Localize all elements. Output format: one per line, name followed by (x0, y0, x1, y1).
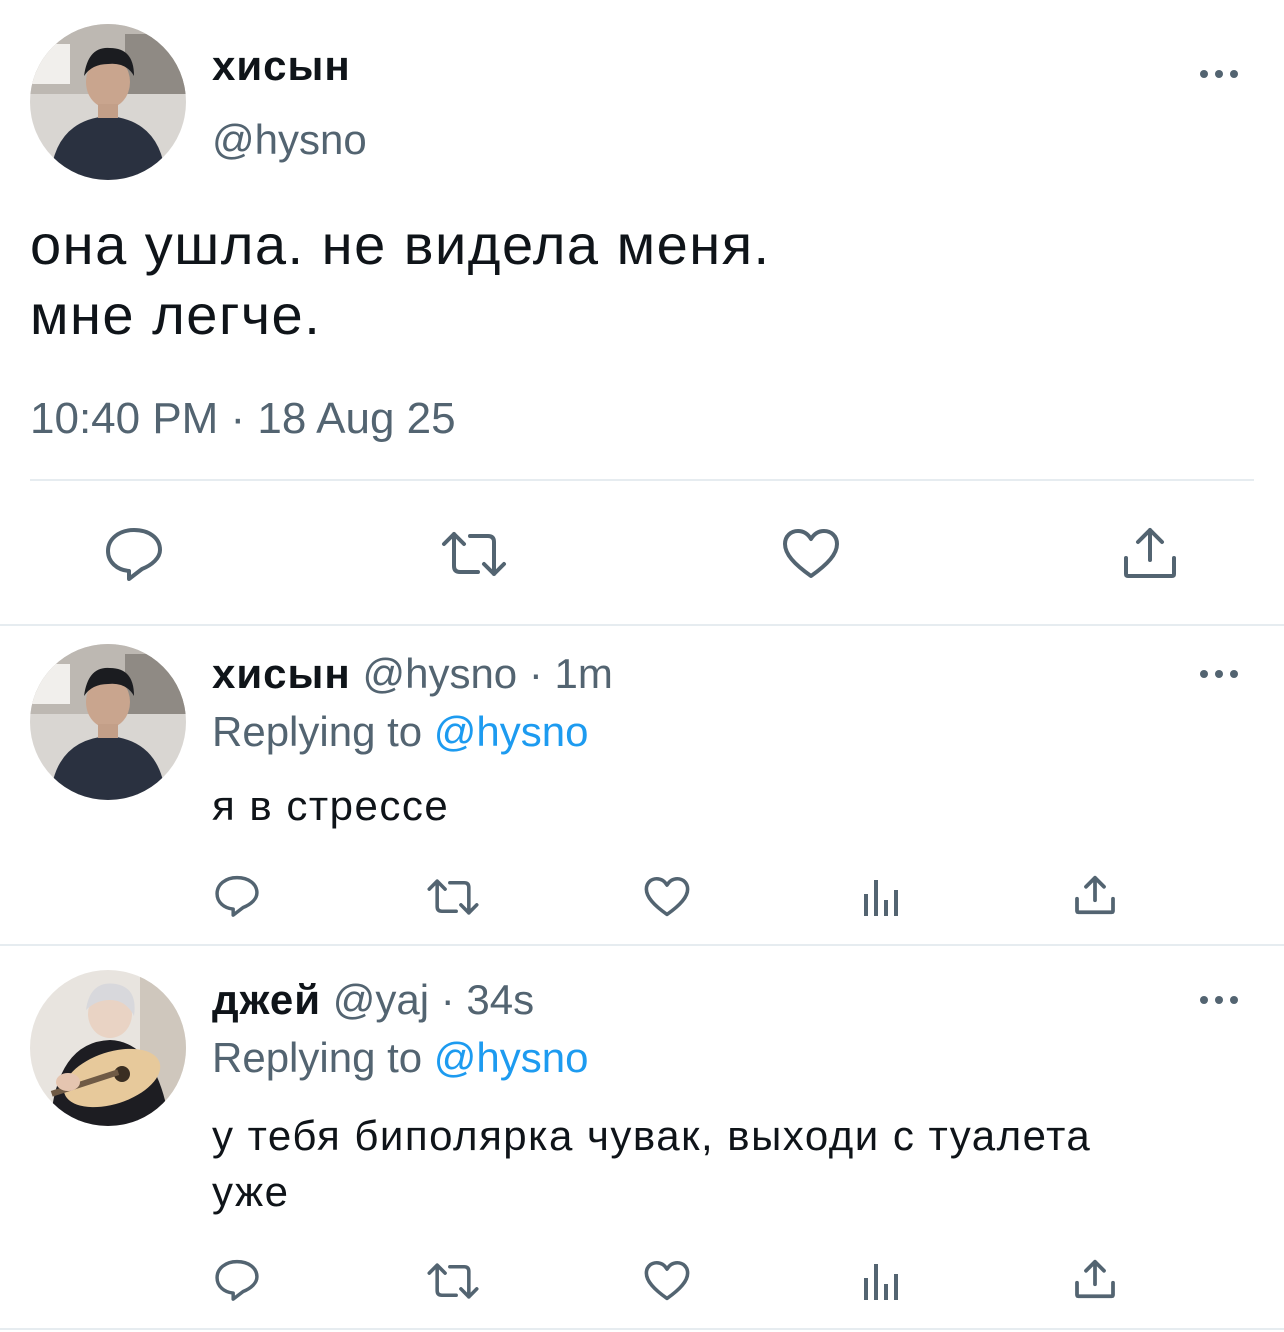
separator-dot: · (528, 650, 543, 697)
tweet-text: она ушла. не видела меня. мне легче. (30, 210, 771, 350)
handle[interactable]: @hysno (362, 650, 517, 697)
like-button[interactable] (644, 1260, 690, 1302)
retweet-button[interactable] (440, 530, 508, 578)
avatar-photo (30, 970, 186, 1126)
share-button[interactable] (1122, 526, 1178, 580)
divider (0, 944, 1284, 946)
share-icon (1124, 528, 1176, 578)
like-button[interactable] (644, 876, 690, 918)
share-icon (1075, 875, 1115, 915)
reply-icon (215, 1259, 259, 1301)
analytics-icon (864, 1264, 898, 1300)
divider (0, 624, 1284, 626)
retweet-button[interactable] (426, 1262, 480, 1300)
replying-to-label: Replying to (212, 1034, 423, 1081)
tweet-text-line: мне легче. (30, 283, 322, 346)
tweet-timestamp[interactable]: 10:40 PM · 18 Aug 25 (30, 394, 456, 444)
reply-text-line: уже (212, 1168, 290, 1215)
reply-text: я в стрессе (212, 782, 450, 829)
replying-to-label: Replying to (212, 708, 423, 755)
retweet-icon (427, 1263, 479, 1299)
reply-text: у тебя биполярка чувак, выходи с туалета… (212, 1108, 1091, 1220)
replying-to-handle[interactable]: @hysno (434, 1034, 589, 1081)
share-icon (1075, 1259, 1115, 1299)
display-name[interactable]: хисын (212, 42, 351, 90)
replying-to-handle[interactable]: @hysno (434, 708, 589, 755)
reply-header: хисын @hysno · 1m (212, 650, 613, 698)
reply-button[interactable] (104, 526, 164, 582)
reply-button[interactable] (214, 1258, 260, 1302)
analytics-icon (864, 880, 898, 916)
divider (30, 479, 1254, 481)
reply-time[interactable]: 34s (466, 976, 534, 1023)
separator-dot: · (440, 976, 455, 1023)
retweet-icon (427, 879, 479, 915)
reply-icon (215, 875, 259, 917)
avatar[interactable] (30, 970, 186, 1126)
analytics-button[interactable] (862, 1260, 902, 1302)
like-icon (644, 1260, 690, 1301)
reply-icon (106, 528, 162, 581)
divider (0, 1328, 1284, 1330)
like-icon (783, 529, 839, 578)
display-name[interactable]: хисын (212, 650, 351, 697)
handle[interactable]: @yaj (333, 976, 429, 1023)
retweet-button[interactable] (426, 878, 480, 916)
retweet-icon (442, 532, 506, 576)
more-options-icon[interactable] (1198, 64, 1242, 84)
avatar[interactable] (30, 644, 186, 800)
tweet-text-line: она ушла. не видела меня. (30, 213, 771, 276)
more-options-icon[interactable] (1198, 664, 1242, 684)
avatar-photo (30, 644, 186, 800)
reply-button[interactable] (214, 874, 260, 918)
share-button[interactable] (1074, 1258, 1116, 1300)
avatar[interactable] (30, 24, 186, 180)
analytics-button[interactable] (862, 876, 902, 918)
replying-to: Replying to @hysno (212, 708, 589, 756)
more-options-icon[interactable] (1198, 990, 1242, 1010)
reply-time[interactable]: 1m (555, 650, 613, 697)
avatar-photo (30, 24, 186, 180)
reply-text-line: у тебя биполярка чувак, выходи с туалета (212, 1112, 1092, 1159)
handle[interactable]: @hysno (212, 116, 367, 164)
reply-header: джей @yaj · 34s (212, 976, 534, 1024)
display-name[interactable]: джей (212, 976, 321, 1023)
like-icon (644, 876, 690, 917)
replying-to: Replying to @hysno (212, 1034, 589, 1082)
like-button[interactable] (782, 528, 840, 580)
share-button[interactable] (1074, 874, 1116, 916)
